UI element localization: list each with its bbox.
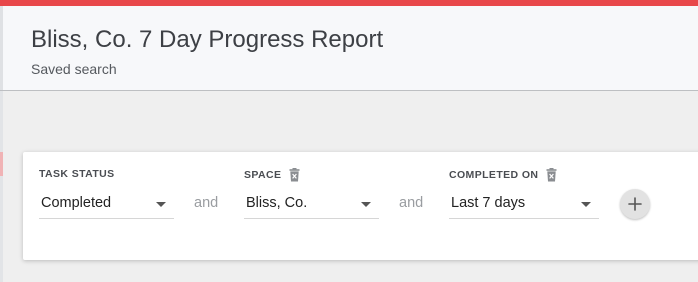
task-status-select[interactable]: Completed bbox=[39, 189, 174, 219]
filter-card: TASK STATUS Completed and SPACE Bliss, C… bbox=[23, 152, 698, 260]
filter-label-row: SPACE bbox=[244, 168, 300, 182]
filter-label-row: TASK STATUS bbox=[39, 168, 115, 180]
filter-label-row: COMPLETED ON bbox=[449, 168, 557, 182]
space-value: Bliss, Co. bbox=[246, 195, 308, 211]
connector-and: and bbox=[194, 195, 219, 211]
filter-label-space: SPACE bbox=[244, 169, 282, 181]
chevron-down-icon bbox=[156, 202, 166, 207]
trash-icon[interactable] bbox=[546, 168, 557, 182]
space-select[interactable]: Bliss, Co. bbox=[244, 189, 379, 219]
trash-icon[interactable] bbox=[289, 168, 300, 182]
filter-label-task-status: TASK STATUS bbox=[39, 168, 115, 180]
left-edge-strip bbox=[0, 91, 3, 282]
page-title: Bliss, Co. 7 Day Progress Report bbox=[31, 26, 384, 53]
completed-on-value: Last 7 days bbox=[451, 195, 526, 211]
filter-label-completed-on: COMPLETED ON bbox=[449, 169, 539, 181]
add-filter-button[interactable] bbox=[620, 189, 650, 219]
header-divider bbox=[0, 90, 698, 91]
report-header: Bliss, Co. 7 Day Progress Report Saved s… bbox=[0, 6, 698, 90]
plus-icon bbox=[628, 197, 642, 211]
task-status-value: Completed bbox=[41, 195, 112, 211]
chevron-down-icon bbox=[361, 202, 371, 207]
completed-on-select[interactable]: Last 7 days bbox=[449, 189, 599, 219]
connector-and: and bbox=[399, 195, 424, 211]
page-subtitle: Saved search bbox=[31, 61, 117, 77]
left-edge-marker bbox=[0, 152, 3, 176]
chevron-down-icon bbox=[581, 202, 591, 207]
